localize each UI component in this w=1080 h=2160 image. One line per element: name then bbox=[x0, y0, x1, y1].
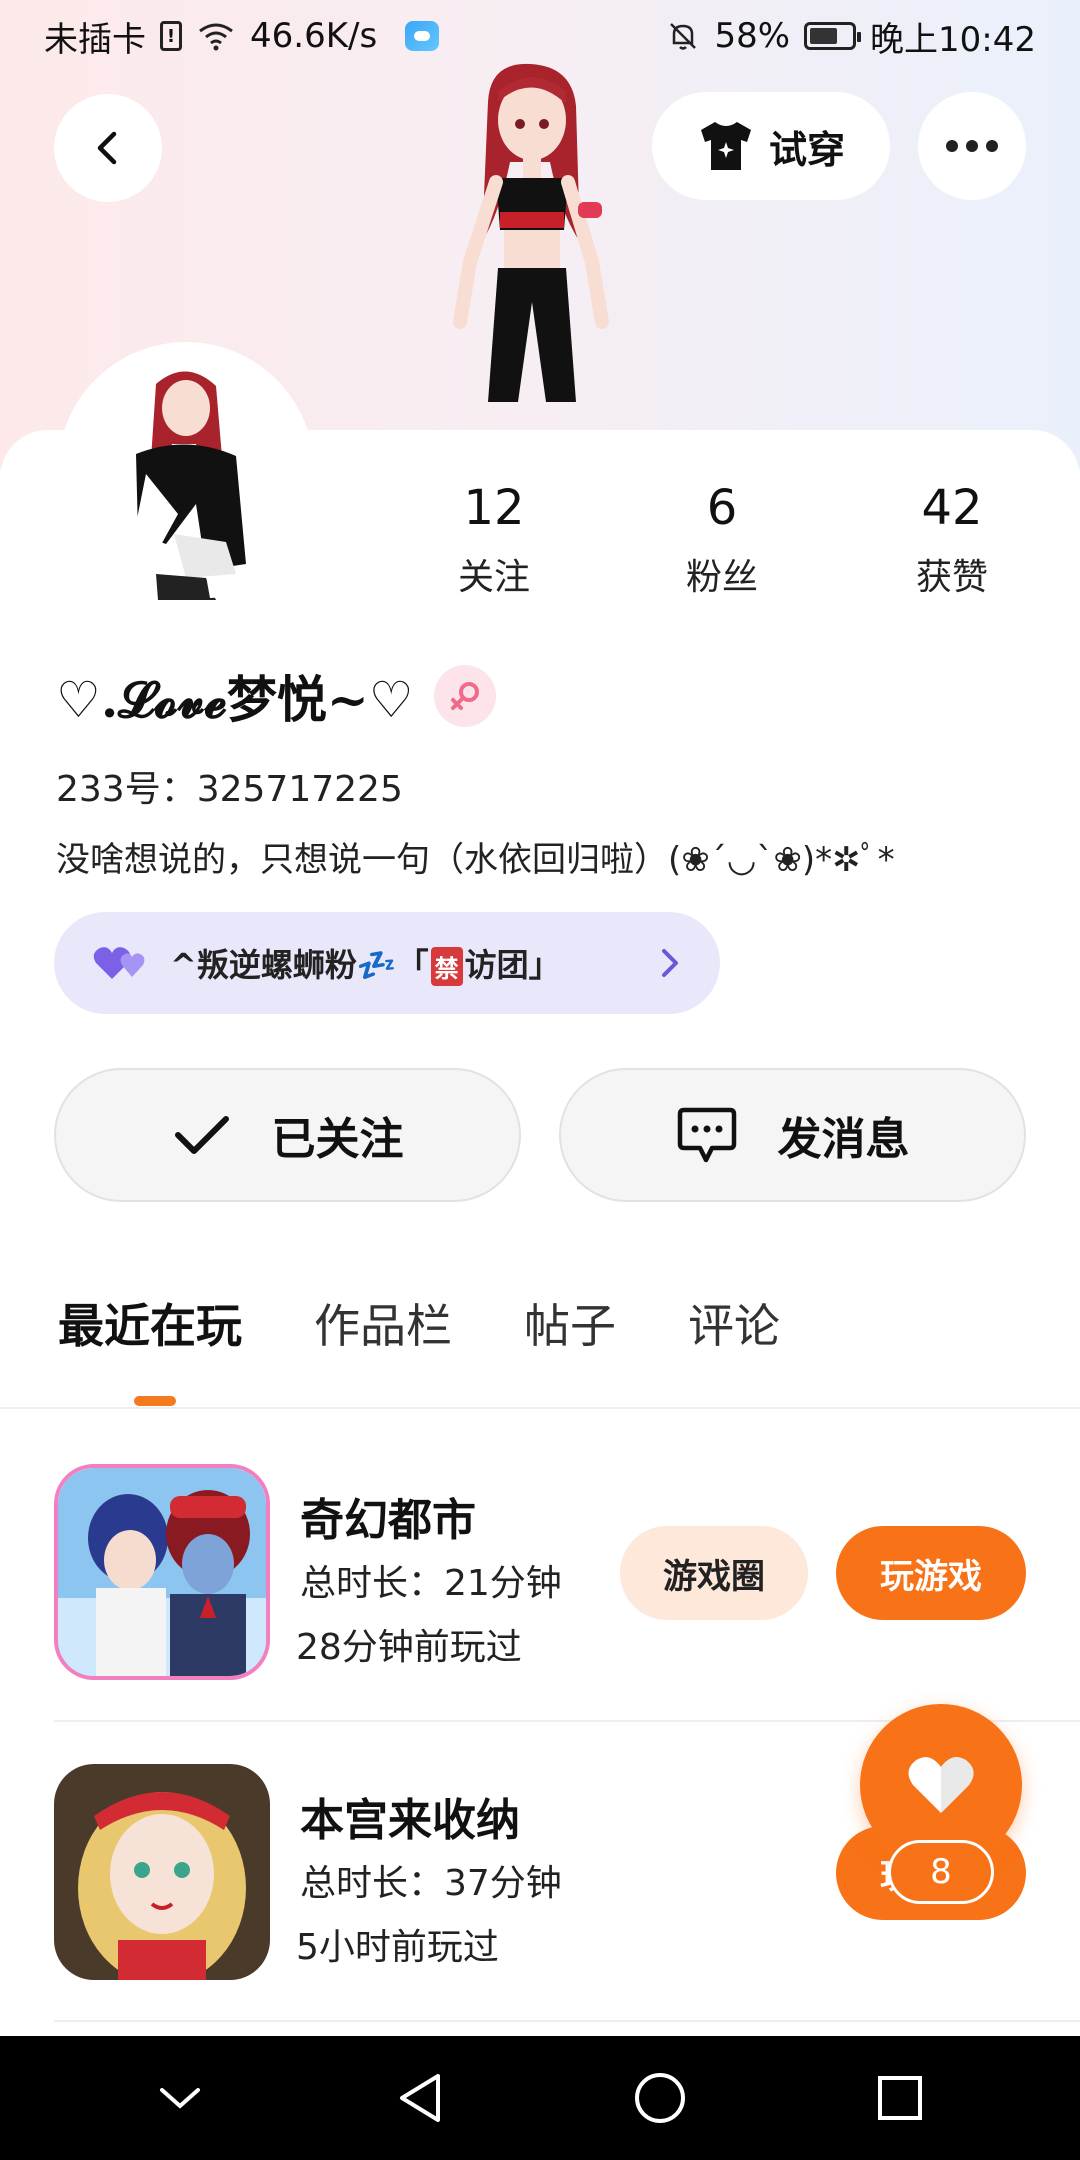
ban-tag: 禁 bbox=[430, 947, 463, 987]
stat-followers[interactable]: 6 粉丝 bbox=[642, 480, 802, 600]
purple-hearts-icon bbox=[93, 947, 145, 979]
followers-label: 粉丝 bbox=[685, 557, 758, 598]
try-on-label: 试穿 bbox=[768, 127, 845, 172]
profile-actions: 已关注 发消息 bbox=[54, 1068, 1026, 1202]
tab-comments[interactable]: 评论 bbox=[688, 1290, 780, 1356]
following-label: 关注 bbox=[457, 557, 530, 598]
more-dot-icon bbox=[946, 140, 958, 152]
following-button[interactable]: 已关注 bbox=[54, 1068, 521, 1202]
game-total-time: 总时长：37分钟 bbox=[300, 1863, 562, 1904]
tab-active-indicator bbox=[134, 1396, 176, 1406]
game-icon-fantasy-city bbox=[54, 1464, 270, 1680]
nav-home-button[interactable] bbox=[630, 2068, 690, 2128]
username: ♡.𝓛𝓸𝓿𝓮梦悦~♡ bbox=[56, 670, 414, 729]
user-id-label: 233号： bbox=[56, 769, 197, 810]
fanclub-name: ^叛逆螺蛳粉💤「禁访团」 bbox=[170, 940, 561, 987]
game-last-played: 5小时前玩过 bbox=[296, 1927, 499, 1968]
wifi-icon bbox=[199, 23, 233, 51]
clock: 晚上10:42 bbox=[870, 19, 1036, 60]
weather-icon bbox=[405, 21, 440, 51]
send-message-label: 发消息 bbox=[777, 1114, 910, 1165]
battery-icon bbox=[804, 22, 862, 50]
circle-home-icon bbox=[635, 2073, 685, 2123]
carrier-text: 未插卡 bbox=[44, 19, 146, 60]
likes-count: 42 bbox=[921, 480, 983, 536]
profile-tabs: 最近在玩 作品栏 帖子 评论 bbox=[58, 1290, 780, 1356]
game-list-item[interactable]: 奇幻都市 总时长：21分钟 28分钟前玩过 游戏圈 玩游戏 bbox=[54, 1464, 1080, 1684]
game-icon-palace-storage bbox=[54, 1764, 270, 1980]
nav-back-button[interactable] bbox=[390, 2068, 450, 2128]
more-options-button[interactable] bbox=[918, 92, 1026, 200]
system-nav-bar bbox=[0, 2036, 1080, 2160]
send-message-button[interactable]: 发消息 bbox=[559, 1068, 1026, 1202]
stat-following[interactable]: 12 关注 bbox=[414, 480, 574, 600]
bell-off-icon bbox=[670, 23, 697, 50]
following-button-label: 已关注 bbox=[271, 1114, 404, 1165]
tab-works[interactable]: 作品栏 bbox=[314, 1290, 452, 1356]
game-title: 奇幻都市 bbox=[300, 1495, 476, 1546]
bio: 没啥想说的，只想说一句（水依回归啦）(❀ˊ◡ˋ❀)*✲ﾟ* bbox=[56, 840, 895, 880]
game-last-played: 28分钟前玩过 bbox=[296, 1627, 522, 1668]
fanclub-name-prefix: ^叛逆螺蛳粉💤「 bbox=[170, 945, 429, 984]
chevron-down-icon bbox=[160, 2088, 200, 2109]
character-model-image bbox=[453, 63, 609, 402]
more-dot-icon bbox=[986, 140, 998, 152]
username-row: ♡.𝓛𝓸𝓿𝓮梦悦~♡ bbox=[56, 660, 496, 732]
following-count: 12 bbox=[463, 480, 525, 536]
back-button[interactable] bbox=[54, 94, 162, 202]
chat-bubble-icon bbox=[677, 1107, 736, 1163]
game-circle-button[interactable]: 游戏圈 bbox=[620, 1526, 808, 1620]
chevron-left-icon bbox=[97, 131, 117, 165]
play-game-button[interactable]: 玩游戏 bbox=[836, 1526, 1026, 1620]
nav-hide-button[interactable] bbox=[150, 2068, 210, 2128]
female-gender-icon bbox=[433, 665, 496, 727]
user-id-value: 325717225 bbox=[196, 769, 403, 810]
game-total-time: 总时长：21分钟 bbox=[300, 1563, 562, 1604]
heart-icon bbox=[908, 1757, 974, 1813]
square-recents-icon bbox=[878, 2076, 922, 2120]
try-on-button[interactable]: 试穿 bbox=[652, 92, 890, 200]
game-title: 本宫来收纳 bbox=[300, 1795, 520, 1846]
stat-likes[interactable]: 42 获赞 bbox=[872, 480, 1032, 600]
tab-posts[interactable]: 帖子 bbox=[524, 1290, 616, 1356]
fanclub-banner[interactable]: ^叛逆螺蛳粉💤「禁访团」 bbox=[54, 912, 720, 1014]
more-dot-icon bbox=[966, 140, 978, 152]
sim-alert-icon: ! bbox=[160, 21, 182, 51]
tab-recently-played[interactable]: 最近在玩 bbox=[58, 1290, 242, 1356]
profile-stats: 12 关注 6 粉丝 42 获赞 bbox=[0, 480, 1080, 610]
triangle-back-icon bbox=[400, 2074, 440, 2122]
user-id: 233号：325717225 bbox=[56, 760, 403, 812]
tshirt-icon bbox=[700, 122, 751, 170]
like-count-badge: 8 bbox=[888, 1840, 994, 1904]
nav-recents-button[interactable] bbox=[870, 2068, 930, 2128]
tab-divider bbox=[0, 1407, 1080, 1409]
checkmark-icon bbox=[174, 1116, 229, 1154]
followers-count: 6 bbox=[706, 480, 738, 536]
network-speed: 46.6K/s bbox=[250, 16, 378, 56]
chevron-right-icon bbox=[662, 949, 678, 977]
likes-label: 获赞 bbox=[915, 557, 988, 598]
battery-percent: 58% bbox=[714, 16, 791, 56]
fanclub-name-suffix: 访团」 bbox=[464, 945, 561, 984]
list-divider bbox=[54, 2020, 1080, 2022]
